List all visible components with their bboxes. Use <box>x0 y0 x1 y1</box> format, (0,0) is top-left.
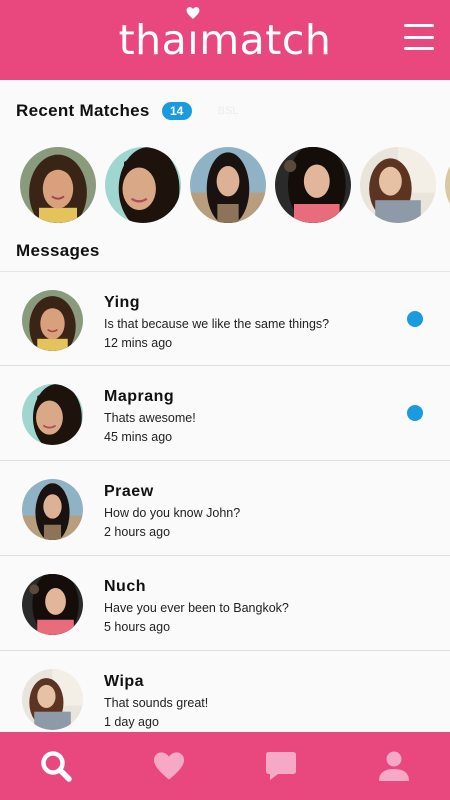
portrait-image <box>105 147 181 223</box>
match-avatar[interactable] <box>275 147 351 223</box>
portrait-image <box>190 147 266 223</box>
messages-header: Messages <box>0 240 100 262</box>
message-preview: Thats awesome! <box>104 411 196 425</box>
recent-matches-row[interactable] <box>20 147 450 223</box>
messages-title: Messages <box>16 241 100 260</box>
bottom-navigation <box>0 732 450 800</box>
portrait-image <box>445 147 450 223</box>
avatar <box>22 384 83 445</box>
match-avatar[interactable] <box>360 147 436 223</box>
message-time: 12 mins ago <box>104 336 173 350</box>
match-avatar[interactable] <box>445 147 450 223</box>
message-row[interactable]: Ying Is that because we like the same th… <box>0 271 450 366</box>
heart-icon <box>153 752 184 780</box>
match-avatar[interactable] <box>20 147 96 223</box>
messages-list[interactable]: Ying Is that because we like the same th… <box>0 271 450 732</box>
message-preview: Have you ever been to Bangkok? <box>104 601 289 615</box>
hamburger-menu-icon[interactable] <box>404 24 434 50</box>
nav-likes-button[interactable] <box>141 738 197 794</box>
profile-icon <box>378 751 409 781</box>
match-avatar[interactable] <box>190 147 266 223</box>
message-row[interactable]: Maprang Thats awesome! 45 mins ago <box>0 366 450 461</box>
contact-name: Wipa <box>104 673 145 690</box>
message-preview: Is that because we like the same things? <box>104 317 330 331</box>
nav-messages-button[interactable] <box>253 738 309 794</box>
message-preview: That sounds great! <box>104 696 209 710</box>
unread-indicator <box>407 405 423 421</box>
search-icon <box>41 751 72 782</box>
logo-heart-i: ı <box>186 6 200 61</box>
message-row[interactable]: Nuch Have you ever been to Bangkok? 5 ho… <box>0 556 450 651</box>
menu-bar <box>404 35 434 39</box>
message-preview: How do you know John? <box>104 506 241 520</box>
message-time: 2 hours ago <box>104 525 171 539</box>
message-time: 45 mins ago <box>104 430 173 444</box>
avatar <box>22 574 83 635</box>
logo-text-start: tha <box>118 15 188 64</box>
message-time: 1 day ago <box>104 715 159 729</box>
chat-bubble-icon <box>266 752 297 780</box>
contact-name: Ying <box>104 294 141 311</box>
portrait-image <box>22 669 83 730</box>
faded-label: BSL <box>217 105 239 117</box>
matches-count-badge: 14 <box>161 102 192 120</box>
nav-search-button[interactable] <box>28 738 84 794</box>
portrait-image <box>20 147 96 223</box>
main-content[interactable]: Recent Matches 14 BSL Messages Ying Is t… <box>0 80 450 732</box>
avatar <box>22 669 83 730</box>
logo-heart-icon <box>186 6 200 19</box>
contact-name: Nuch <box>104 578 146 595</box>
portrait-image <box>22 574 83 635</box>
app-header: tha ı match <box>0 0 450 80</box>
match-avatar[interactable] <box>105 147 181 223</box>
nav-profile-button[interactable] <box>366 738 422 794</box>
portrait-image <box>275 147 351 223</box>
recent-matches-header: Recent Matches 14 BSL <box>0 100 238 122</box>
menu-bar <box>404 24 434 27</box>
app-logo: tha ı match <box>118 6 332 64</box>
portrait-image <box>22 290 83 351</box>
avatar <box>22 479 83 540</box>
contact-name: Praew <box>104 483 154 500</box>
logo-text-end: match <box>199 15 332 64</box>
recent-matches-title: Recent Matches <box>16 101 150 120</box>
message-row[interactable]: Praew How do you know John? 2 hours ago <box>0 461 450 556</box>
avatar <box>22 290 83 351</box>
menu-bar <box>404 47 434 50</box>
message-time: 5 hours ago <box>104 620 171 634</box>
portrait-image <box>22 384 83 445</box>
portrait-image <box>360 147 436 223</box>
portrait-image <box>22 479 83 540</box>
contact-name: Maprang <box>104 388 175 405</box>
message-row[interactable]: Wipa That sounds great! 1 day ago <box>0 651 450 732</box>
unread-indicator <box>407 311 423 327</box>
